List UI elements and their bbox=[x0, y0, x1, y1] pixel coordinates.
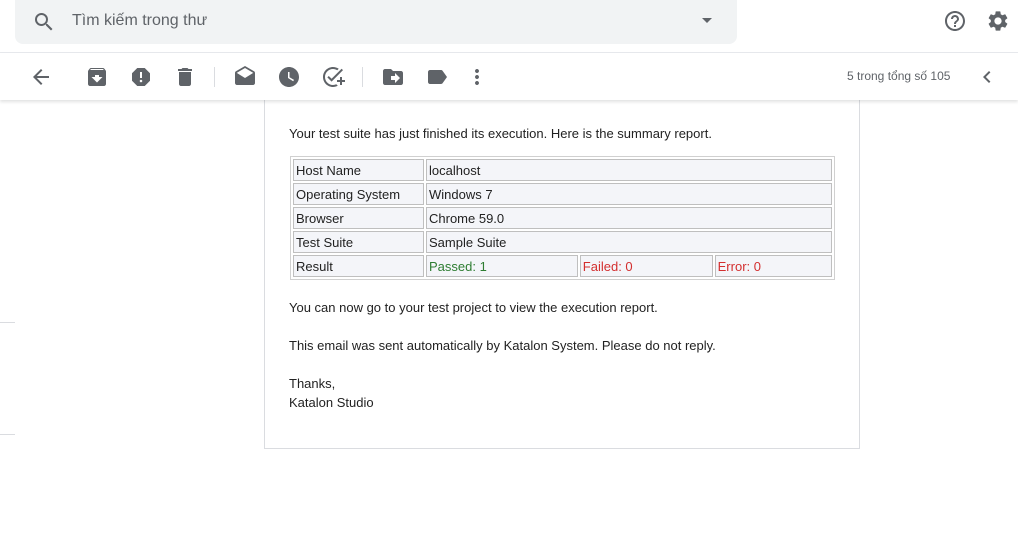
browser-label: Browser bbox=[293, 207, 424, 229]
failed-count: Failed: 0 bbox=[579, 255, 713, 277]
toolbar-separator bbox=[362, 67, 363, 87]
move-to-icon[interactable] bbox=[381, 65, 405, 89]
add-task-icon[interactable] bbox=[321, 65, 345, 89]
archive-icon[interactable] bbox=[85, 65, 109, 89]
message-toolbar: 5 trong tổng số 105 bbox=[0, 53, 1018, 100]
toolbar-separator bbox=[214, 67, 215, 87]
trash-icon[interactable] bbox=[173, 65, 197, 89]
signature-text: Katalon Studio bbox=[289, 395, 374, 410]
search-input[interactable]: Tìm kiếm trong thư bbox=[72, 12, 207, 30]
table-row: Test Suite Sample Suite bbox=[293, 231, 832, 253]
email-body: Your test suite has just finished its ex… bbox=[264, 90, 860, 449]
table-row: Operating System Windows 7 bbox=[293, 183, 832, 205]
clock-icon[interactable] bbox=[277, 65, 301, 89]
left-edge-divider bbox=[0, 322, 15, 323]
intro-text: Your test suite has just finished its ex… bbox=[289, 126, 712, 141]
host-value: localhost bbox=[426, 159, 832, 181]
left-edge-divider bbox=[0, 434, 15, 435]
thanks-text: Thanks, bbox=[289, 376, 336, 391]
os-value: Windows 7 bbox=[426, 183, 832, 205]
chevron-left-icon[interactable] bbox=[975, 65, 999, 89]
dropdown-icon[interactable] bbox=[702, 18, 712, 23]
more-vert-icon[interactable] bbox=[465, 65, 489, 89]
os-label: Operating System bbox=[293, 183, 424, 205]
passed-count: Passed: 1 bbox=[426, 255, 578, 277]
table-row: Result Passed: 1 Failed: 0 Error: 0 bbox=[293, 255, 832, 277]
pagination-count: 5 trong tổng số 105 bbox=[847, 69, 951, 83]
report-spam-icon[interactable] bbox=[129, 65, 153, 89]
error-count: Error: 0 bbox=[714, 255, 832, 277]
mark-unread-icon[interactable] bbox=[233, 65, 257, 89]
summary-table: Host Name localhost Operating System Win… bbox=[290, 156, 835, 280]
help-icon[interactable] bbox=[943, 9, 967, 33]
auto-sent-text: This email was sent automatically by Kat… bbox=[289, 338, 716, 353]
result-label: Result bbox=[293, 255, 424, 277]
label-icon[interactable] bbox=[425, 65, 449, 89]
report-text: You can now go to your test project to v… bbox=[289, 300, 658, 315]
arrow-left-icon[interactable] bbox=[29, 65, 53, 89]
browser-value: Chrome 59.0 bbox=[426, 207, 832, 229]
table-row: Browser Chrome 59.0 bbox=[293, 207, 832, 229]
gear-icon[interactable] bbox=[986, 9, 1010, 33]
table-row: Host Name localhost bbox=[293, 159, 832, 181]
suite-label: Test Suite bbox=[293, 231, 424, 253]
search-icon[interactable] bbox=[32, 10, 56, 34]
suite-value: Sample Suite bbox=[426, 231, 832, 253]
host-label: Host Name bbox=[293, 159, 424, 181]
search-bar[interactable]: Tìm kiếm trong thư bbox=[15, 0, 737, 44]
